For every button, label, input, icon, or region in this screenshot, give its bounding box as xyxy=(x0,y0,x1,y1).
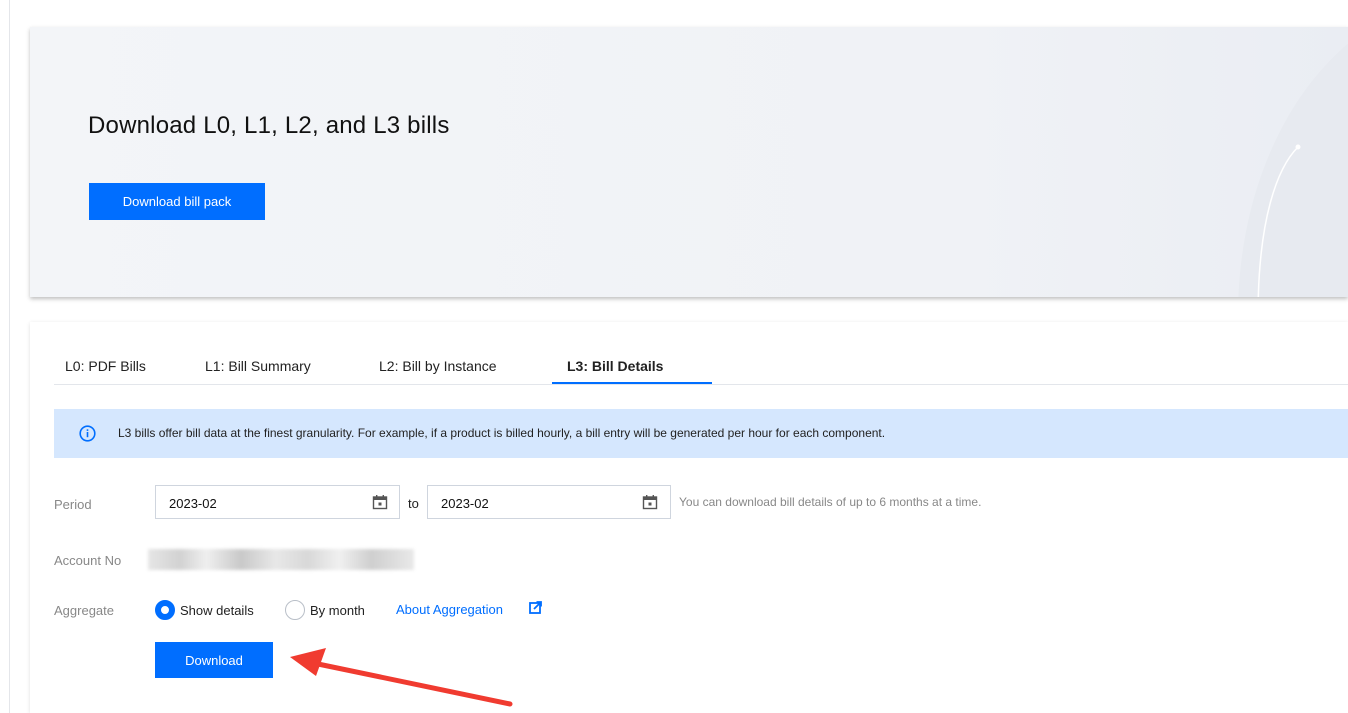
radio-by-month[interactable] xyxy=(285,600,305,620)
bill-details-panel: L0: PDF Bills L1: Bill Summary L2: Bill … xyxy=(30,322,1348,713)
notice-text: L3 bills offer bill data at the finest g… xyxy=(118,426,886,440)
end-month-picker[interactable]: 2023-02 xyxy=(427,485,671,519)
info-notice: L3 bills offer bill data at the finest g… xyxy=(54,409,1348,458)
start-month-value: 2023-02 xyxy=(169,496,217,511)
radio-show-details[interactable] xyxy=(155,600,175,620)
to-label: to xyxy=(408,496,419,511)
radio-by-month-label[interactable]: By month xyxy=(310,603,365,618)
radio-show-details-label[interactable]: Show details xyxy=(180,603,254,618)
period-hint: You can download bill details of up to 6… xyxy=(679,495,982,509)
active-tab-indicator xyxy=(552,382,712,384)
about-aggregation-link[interactable]: About Aggregation xyxy=(396,602,503,617)
decorative-graphic xyxy=(1238,43,1348,297)
tab-l3-bill-details[interactable]: L3: Bill Details xyxy=(567,358,663,374)
calendar-icon xyxy=(372,495,388,510)
page-title: Download L0, L1, L2, and L3 bills xyxy=(88,112,450,139)
download-button[interactable]: Download xyxy=(155,642,273,678)
aggregate-label: Aggregate xyxy=(54,603,114,618)
download-bill-pack-button[interactable]: Download bill pack xyxy=(89,183,265,220)
bill-pack-card: Download L0, L1, L2, and L3 bills Downlo… xyxy=(30,27,1348,297)
start-month-picker[interactable]: 2023-02 xyxy=(155,485,400,519)
account-no-label: Account No xyxy=(54,553,122,568)
period-label: Period xyxy=(54,497,92,512)
info-icon xyxy=(79,425,96,442)
tab-l1-bill-summary[interactable]: L1: Bill Summary xyxy=(205,358,311,374)
bill-level-tabs: L0: PDF Bills L1: Bill Summary L2: Bill … xyxy=(54,346,1348,385)
redacted-account-number xyxy=(148,549,414,570)
end-month-value: 2023-02 xyxy=(441,496,489,511)
calendar-icon xyxy=(642,495,658,510)
page-left-edge xyxy=(0,0,10,713)
tab-l2-bill-by-instance[interactable]: L2: Bill by Instance xyxy=(379,358,497,374)
external-link-icon[interactable] xyxy=(529,601,542,614)
tab-l0-pdf-bills[interactable]: L0: PDF Bills xyxy=(65,358,146,374)
